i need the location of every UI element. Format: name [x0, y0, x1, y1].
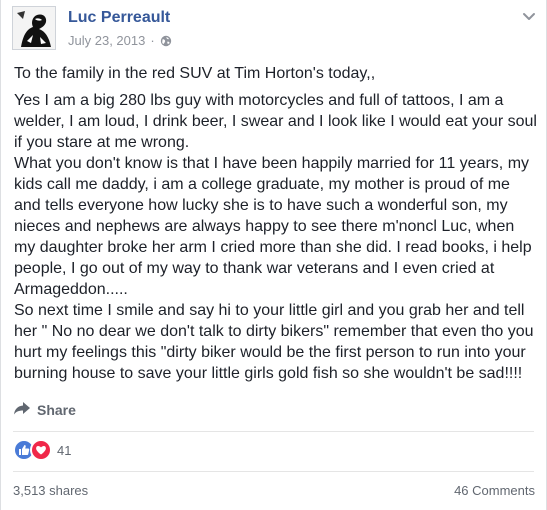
post-header: Luc Perreault July 23, 2013 ·	[12, 6, 537, 52]
avatar[interactable]	[12, 6, 56, 50]
avatar-image	[13, 7, 55, 49]
comments-count[interactable]: 46 Comments	[454, 483, 535, 498]
chevron-down-icon[interactable]	[521, 8, 537, 24]
reaction-count: 41	[57, 442, 72, 458]
post-date[interactable]: July 23, 2013	[68, 33, 145, 48]
share-label: Share	[37, 402, 76, 418]
post-body: To the family in the red SUV at Tim Hort…	[14, 63, 538, 384]
share-button[interactable]: Share	[13, 398, 76, 422]
post-paragraph: So next time I smile and say hi to your …	[14, 302, 534, 382]
share-arrow-icon	[13, 400, 31, 421]
post-meta: July 23, 2013 ·	[68, 33, 172, 48]
divider	[13, 431, 534, 432]
globe-icon	[160, 35, 172, 47]
love-icon	[30, 439, 52, 461]
divider	[13, 471, 534, 472]
post-paragraph: Yes I am a big 280 lbs guy with motorcyc…	[14, 92, 537, 151]
post-card: Luc Perreault July 23, 2013 · To the fam…	[0, 0, 547, 510]
reactions-summary[interactable]: 41	[13, 439, 72, 461]
post-paragraph: To the family in the red SUV at Tim Hort…	[14, 65, 376, 82]
post-paragraph: What you don't know is that I have been …	[14, 155, 532, 298]
shares-count[interactable]: 3,513 shares	[13, 483, 88, 498]
author-name[interactable]: Luc Perreault	[68, 9, 170, 27]
meta-separator: ·	[150, 33, 155, 48]
